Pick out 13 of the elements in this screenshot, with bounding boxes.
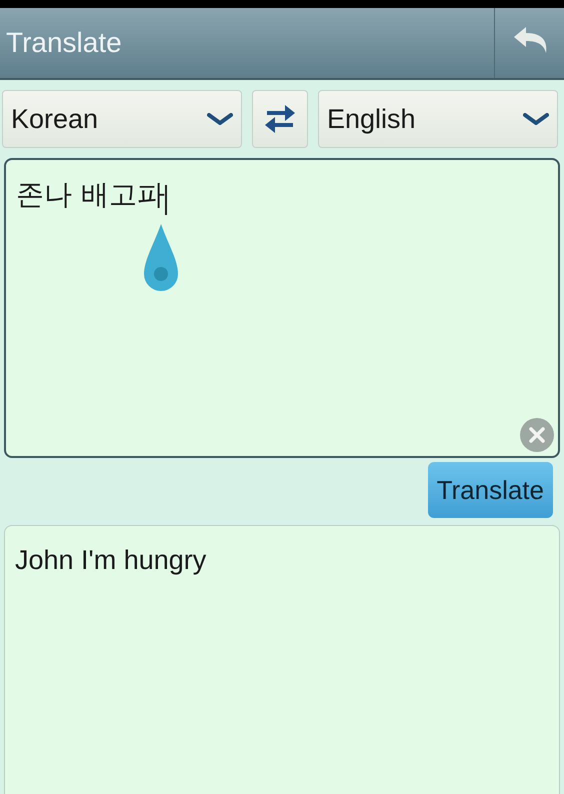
input-field[interactable]: 존나 배고파 [4,158,560,458]
translate-button[interactable]: Translate [428,462,553,518]
clear-button[interactable] [520,418,554,452]
screen-title: Translate [6,26,123,60]
swap-languages-button[interactable] [252,90,308,148]
source-language-dropdown[interactable]: Korean [2,90,242,148]
close-icon [528,426,546,444]
chevron-down-icon [207,113,233,125]
chevron-down-icon [523,113,549,125]
swap-arrows-icon [263,102,297,136]
target-language-dropdown[interactable]: English [318,90,558,148]
translation-text: John I'm hungry [15,545,206,575]
text-cursor [164,184,167,215]
